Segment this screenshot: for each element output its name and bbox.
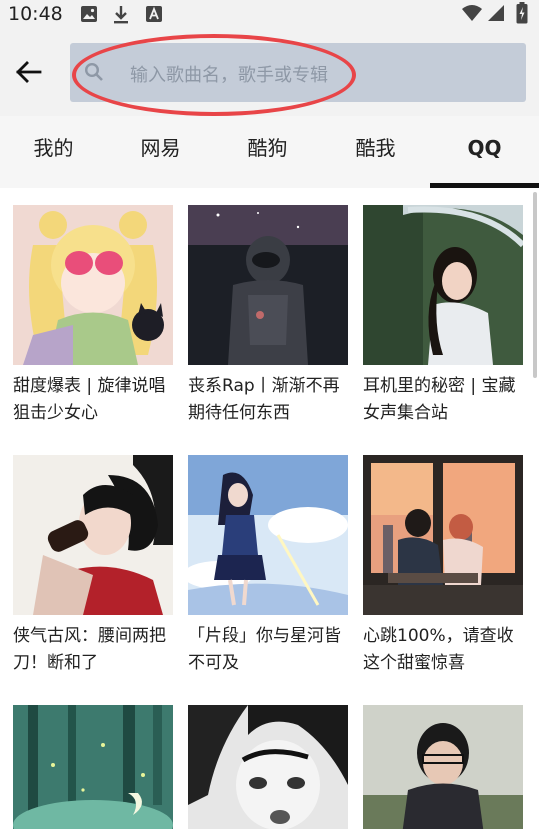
playlist-card[interactable]: 心跳100%，请查收这个甜蜜惊喜	[363, 455, 523, 677]
battery-icon	[516, 2, 528, 24]
playlist-card[interactable]: 甜度爆表 | 旋律说唱狙击少女心	[13, 205, 173, 427]
playlist-title: 「片段」你与星河皆不可及	[188, 626, 341, 673]
playlist-cover	[363, 205, 523, 365]
playlist-title: 甜度爆表 | 旋律说唱狙击少女心	[13, 376, 166, 423]
playlist-title: 耳机里的秘密 | 宝藏女声集合站	[363, 376, 516, 423]
wifi-icon	[462, 5, 482, 21]
playlist-cover	[13, 705, 173, 829]
playlist-card[interactable]	[188, 705, 348, 837]
download-icon	[114, 6, 128, 24]
playlist-card[interactable]	[13, 705, 173, 837]
status-time: 10:48	[8, 3, 63, 25]
source-tabs: 我的 网易 酷狗 酷我 QQ	[0, 116, 539, 188]
playlist-cover	[13, 455, 173, 615]
playlist-cover	[188, 205, 348, 365]
playlist-grid: 甜度爆表 | 旋律说唱狙击少女心 丧系Rap丨渐渐不再期待任何东西 耳机里的秘密…	[0, 188, 539, 829]
scrollbar[interactable]	[533, 192, 537, 378]
playlist-cover	[363, 455, 523, 615]
playlist-card[interactable]	[363, 705, 523, 837]
status-bar: 10:48	[0, 0, 539, 28]
playlist-card[interactable]: 「片段」你与星河皆不可及	[188, 455, 348, 677]
tab-mine[interactable]: 我的	[0, 116, 107, 188]
image-icon	[81, 6, 97, 22]
tab-qq[interactable]: QQ	[430, 116, 539, 188]
playlist-card[interactable]: 侠气古风：腰间两把刀！断和了	[13, 455, 173, 677]
playlist-title: 丧系Rap丨渐渐不再期待任何东西	[188, 376, 340, 423]
playlist-cover	[188, 455, 348, 615]
playlist-card[interactable]: 丧系Rap丨渐渐不再期待任何东西	[188, 205, 348, 427]
playlist-title: 心跳100%，请查收这个甜蜜惊喜	[363, 626, 514, 673]
tab-kuwo[interactable]: 酷我	[322, 116, 429, 188]
annotation-ellipse	[72, 34, 356, 116]
playlist-card[interactable]: 耳机里的秘密 | 宝藏女声集合站	[363, 205, 523, 427]
tab-kugou[interactable]: 酷狗	[214, 116, 321, 188]
playlist-cover	[363, 705, 523, 829]
text-app-icon	[146, 6, 162, 22]
back-arrow-icon[interactable]	[14, 60, 42, 84]
cell-signal-icon	[488, 5, 504, 21]
playlist-cover	[188, 705, 348, 829]
playlist-cover	[13, 205, 173, 365]
playlist-title: 侠气古风：腰间两把刀！断和了	[13, 626, 166, 673]
tab-netease[interactable]: 网易	[107, 116, 214, 188]
